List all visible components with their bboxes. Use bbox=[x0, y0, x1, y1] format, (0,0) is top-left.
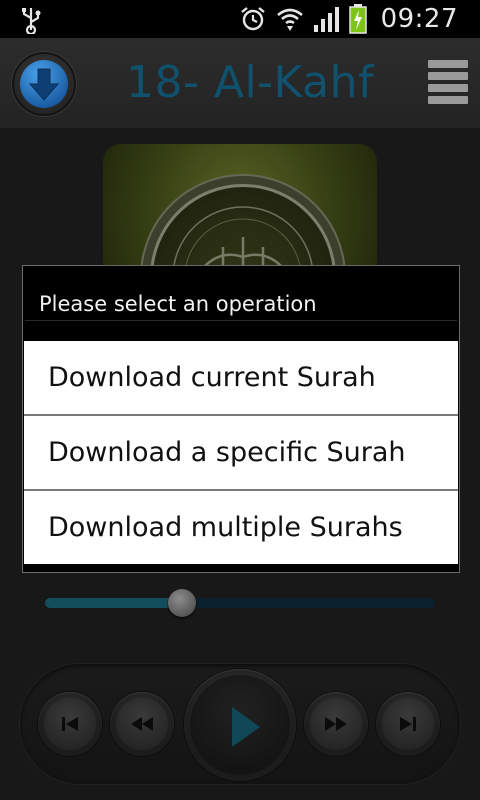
option-download-current[interactable]: Download current Surah bbox=[24, 341, 458, 414]
wifi-icon bbox=[276, 8, 303, 31]
option-download-specific[interactable]: Download a specific Surah bbox=[24, 416, 458, 489]
dialog-title: Please select an operation bbox=[39, 292, 317, 316]
menu-button[interactable] bbox=[428, 60, 468, 108]
operation-dialog: Please select an operation Download curr… bbox=[22, 265, 460, 573]
usb-icon bbox=[22, 8, 41, 34]
download-button[interactable] bbox=[12, 52, 76, 116]
download-arrow-icon bbox=[28, 68, 60, 101]
status-time: 09:27 bbox=[380, 4, 458, 34]
menu-icon bbox=[428, 60, 468, 68]
alarm-icon bbox=[240, 7, 265, 31]
dialog-divider bbox=[25, 320, 457, 321]
header: 18- Al-Kahf bbox=[0, 38, 480, 128]
battery-charging-icon bbox=[348, 4, 367, 34]
status-bar: 09:27 bbox=[0, 0, 480, 38]
signal-icon bbox=[313, 7, 339, 32]
option-download-multiple[interactable]: Download multiple Surahs bbox=[24, 491, 458, 564]
surah-title: 18- Al-Kahf bbox=[126, 57, 374, 108]
